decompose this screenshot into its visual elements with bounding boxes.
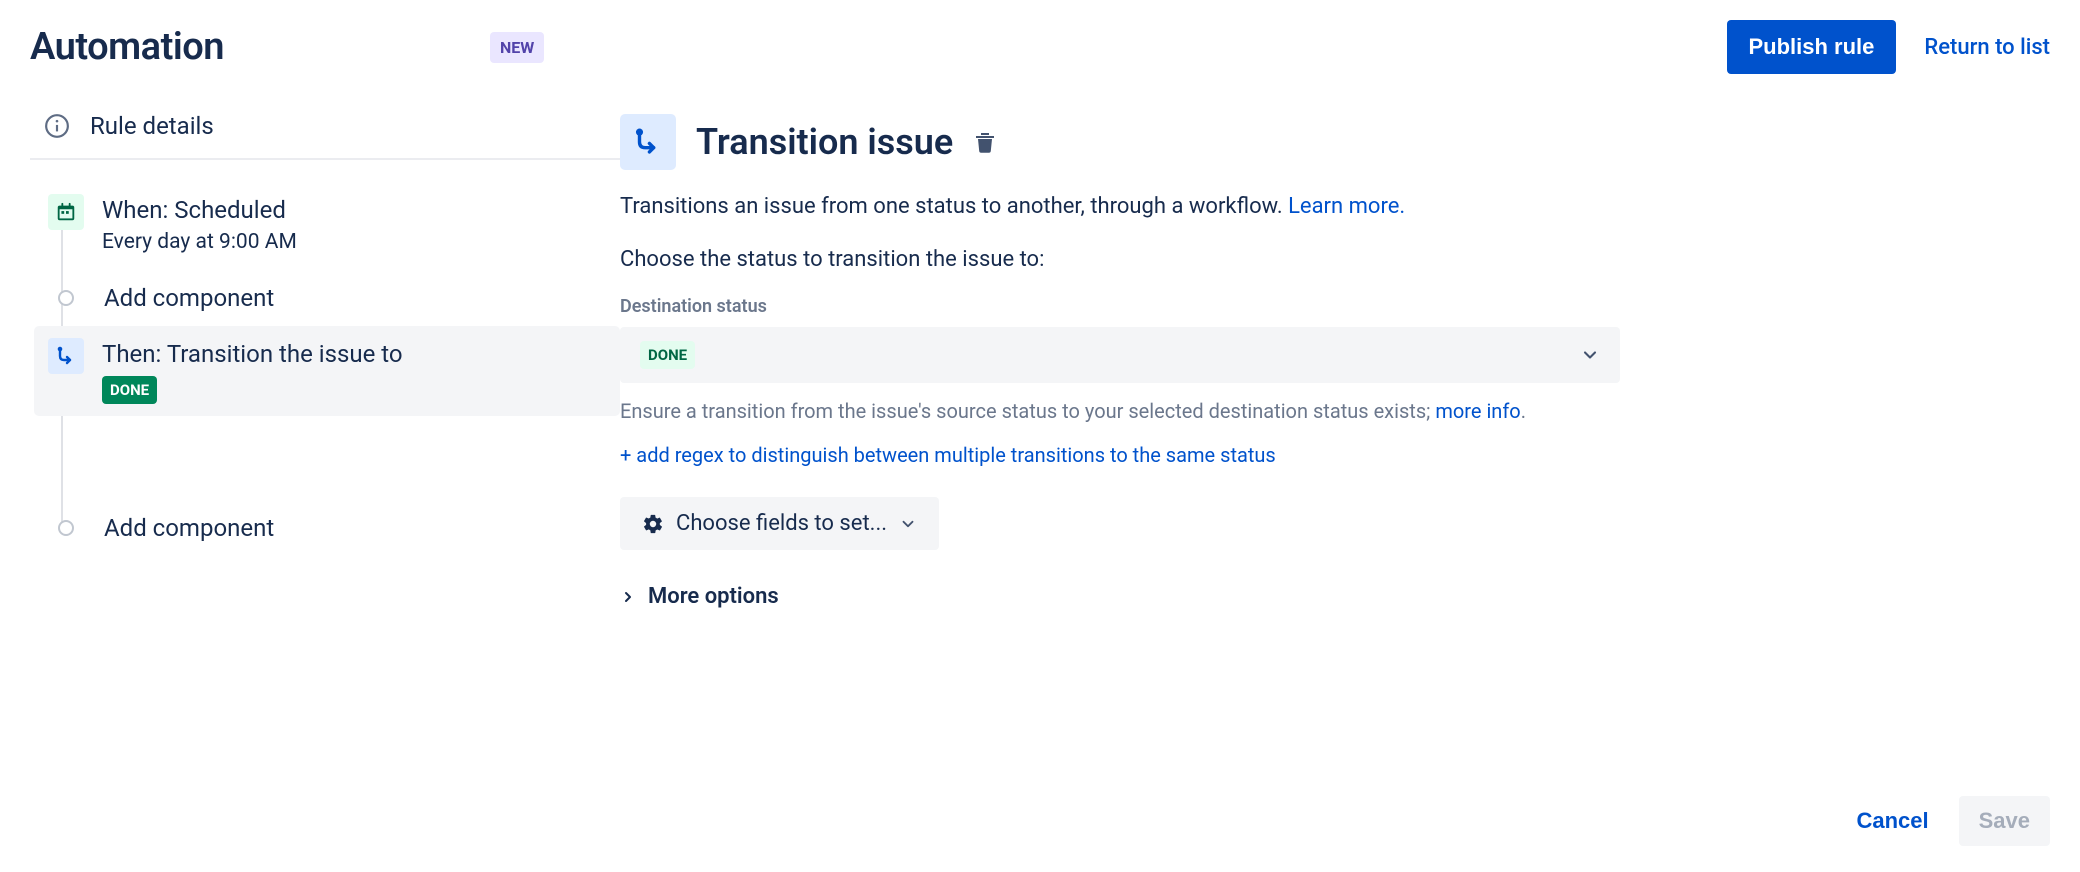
header: Automation NEW Publish rule Return to li… <box>0 0 2080 94</box>
panel-description: Transitions an issue from one status to … <box>620 194 2050 219</box>
choose-prompt: Choose the status to transition the issu… <box>620 247 2050 272</box>
delete-button[interactable] <box>973 128 997 156</box>
learn-more-link[interactable]: Learn more. <box>1288 194 1405 219</box>
info-icon <box>44 113 70 139</box>
panel-heading: Transition issue <box>620 114 2050 170</box>
more-options-toggle[interactable]: More options <box>620 584 2050 609</box>
new-badge: NEW <box>490 32 544 63</box>
trash-icon <box>973 128 997 156</box>
step-when-title: When: Scheduled <box>102 194 606 224</box>
status-lozenge-done: DONE <box>640 341 695 369</box>
header-left: Automation NEW <box>30 25 544 69</box>
step-when-body: When: Scheduled Every day at 9:00 AM <box>102 194 606 254</box>
bullet-icon <box>58 290 74 306</box>
transition-icon <box>48 338 84 374</box>
transition-icon <box>620 114 676 170</box>
destination-status-select[interactable]: DONE <box>620 327 1620 383</box>
sidebar: Rule details When: Scheduled Every day a… <box>30 94 620 609</box>
bullet-icon <box>58 520 74 536</box>
content: Rule details When: Scheduled Every day a… <box>0 94 2080 609</box>
return-to-list-link[interactable]: Return to list <box>1924 35 2050 60</box>
chevron-down-icon <box>899 515 917 533</box>
rule-timeline: When: Scheduled Every day at 9:00 AM Add… <box>30 182 620 556</box>
calendar-icon <box>48 194 84 230</box>
add-regex-link[interactable]: + add regex to distinguish between multi… <box>620 443 1276 467</box>
step-then[interactable]: Then: Transition the issue to DONE <box>34 326 620 416</box>
step-then-title: Then: Transition the issue to <box>102 338 606 368</box>
panel-title: Transition issue <box>696 121 953 163</box>
more-info-link[interactable]: more info <box>1435 399 1520 423</box>
page-title: Automation <box>30 25 224 69</box>
status-lozenge-done: DONE <box>102 376 157 404</box>
add-component-label: Add component <box>104 514 274 542</box>
add-component-row-2[interactable]: Add component <box>34 500 620 556</box>
add-component-label: Add component <box>104 284 274 312</box>
helper-text-body: Ensure a transition from the issue's sou… <box>620 399 1435 423</box>
gear-icon <box>642 513 664 535</box>
helper-text: Ensure a transition from the issue's sou… <box>620 399 2050 423</box>
publish-rule-button[interactable]: Publish rule <box>1727 20 1897 74</box>
footer-actions: Cancel Save <box>1856 796 2050 846</box>
step-when[interactable]: When: Scheduled Every day at 9:00 AM <box>34 182 620 266</box>
cancel-button[interactable]: Cancel <box>1856 808 1928 834</box>
timeline-spacer <box>34 420 620 500</box>
step-then-body: Then: Transition the issue to DONE <box>102 338 606 404</box>
main-panel: Transition issue Transitions an issue fr… <box>620 94 2050 609</box>
step-when-sub: Every day at 9:00 AM <box>102 230 606 254</box>
add-component-row-1[interactable]: Add component <box>34 270 620 326</box>
chevron-down-icon <box>1580 345 1600 365</box>
rule-details-row[interactable]: Rule details <box>30 94 620 160</box>
rule-details-label: Rule details <box>90 112 214 140</box>
choose-fields-button[interactable]: Choose fields to set... <box>620 497 939 550</box>
chevron-right-icon <box>620 589 636 605</box>
more-options-label: More options <box>648 584 779 609</box>
save-button[interactable]: Save <box>1959 796 2050 846</box>
desc-text: Transitions an issue from one status to … <box>620 194 1288 219</box>
choose-fields-label: Choose fields to set... <box>676 511 887 536</box>
destination-status-label: Destination status <box>620 296 2050 317</box>
header-actions: Publish rule Return to list <box>1727 20 2051 74</box>
